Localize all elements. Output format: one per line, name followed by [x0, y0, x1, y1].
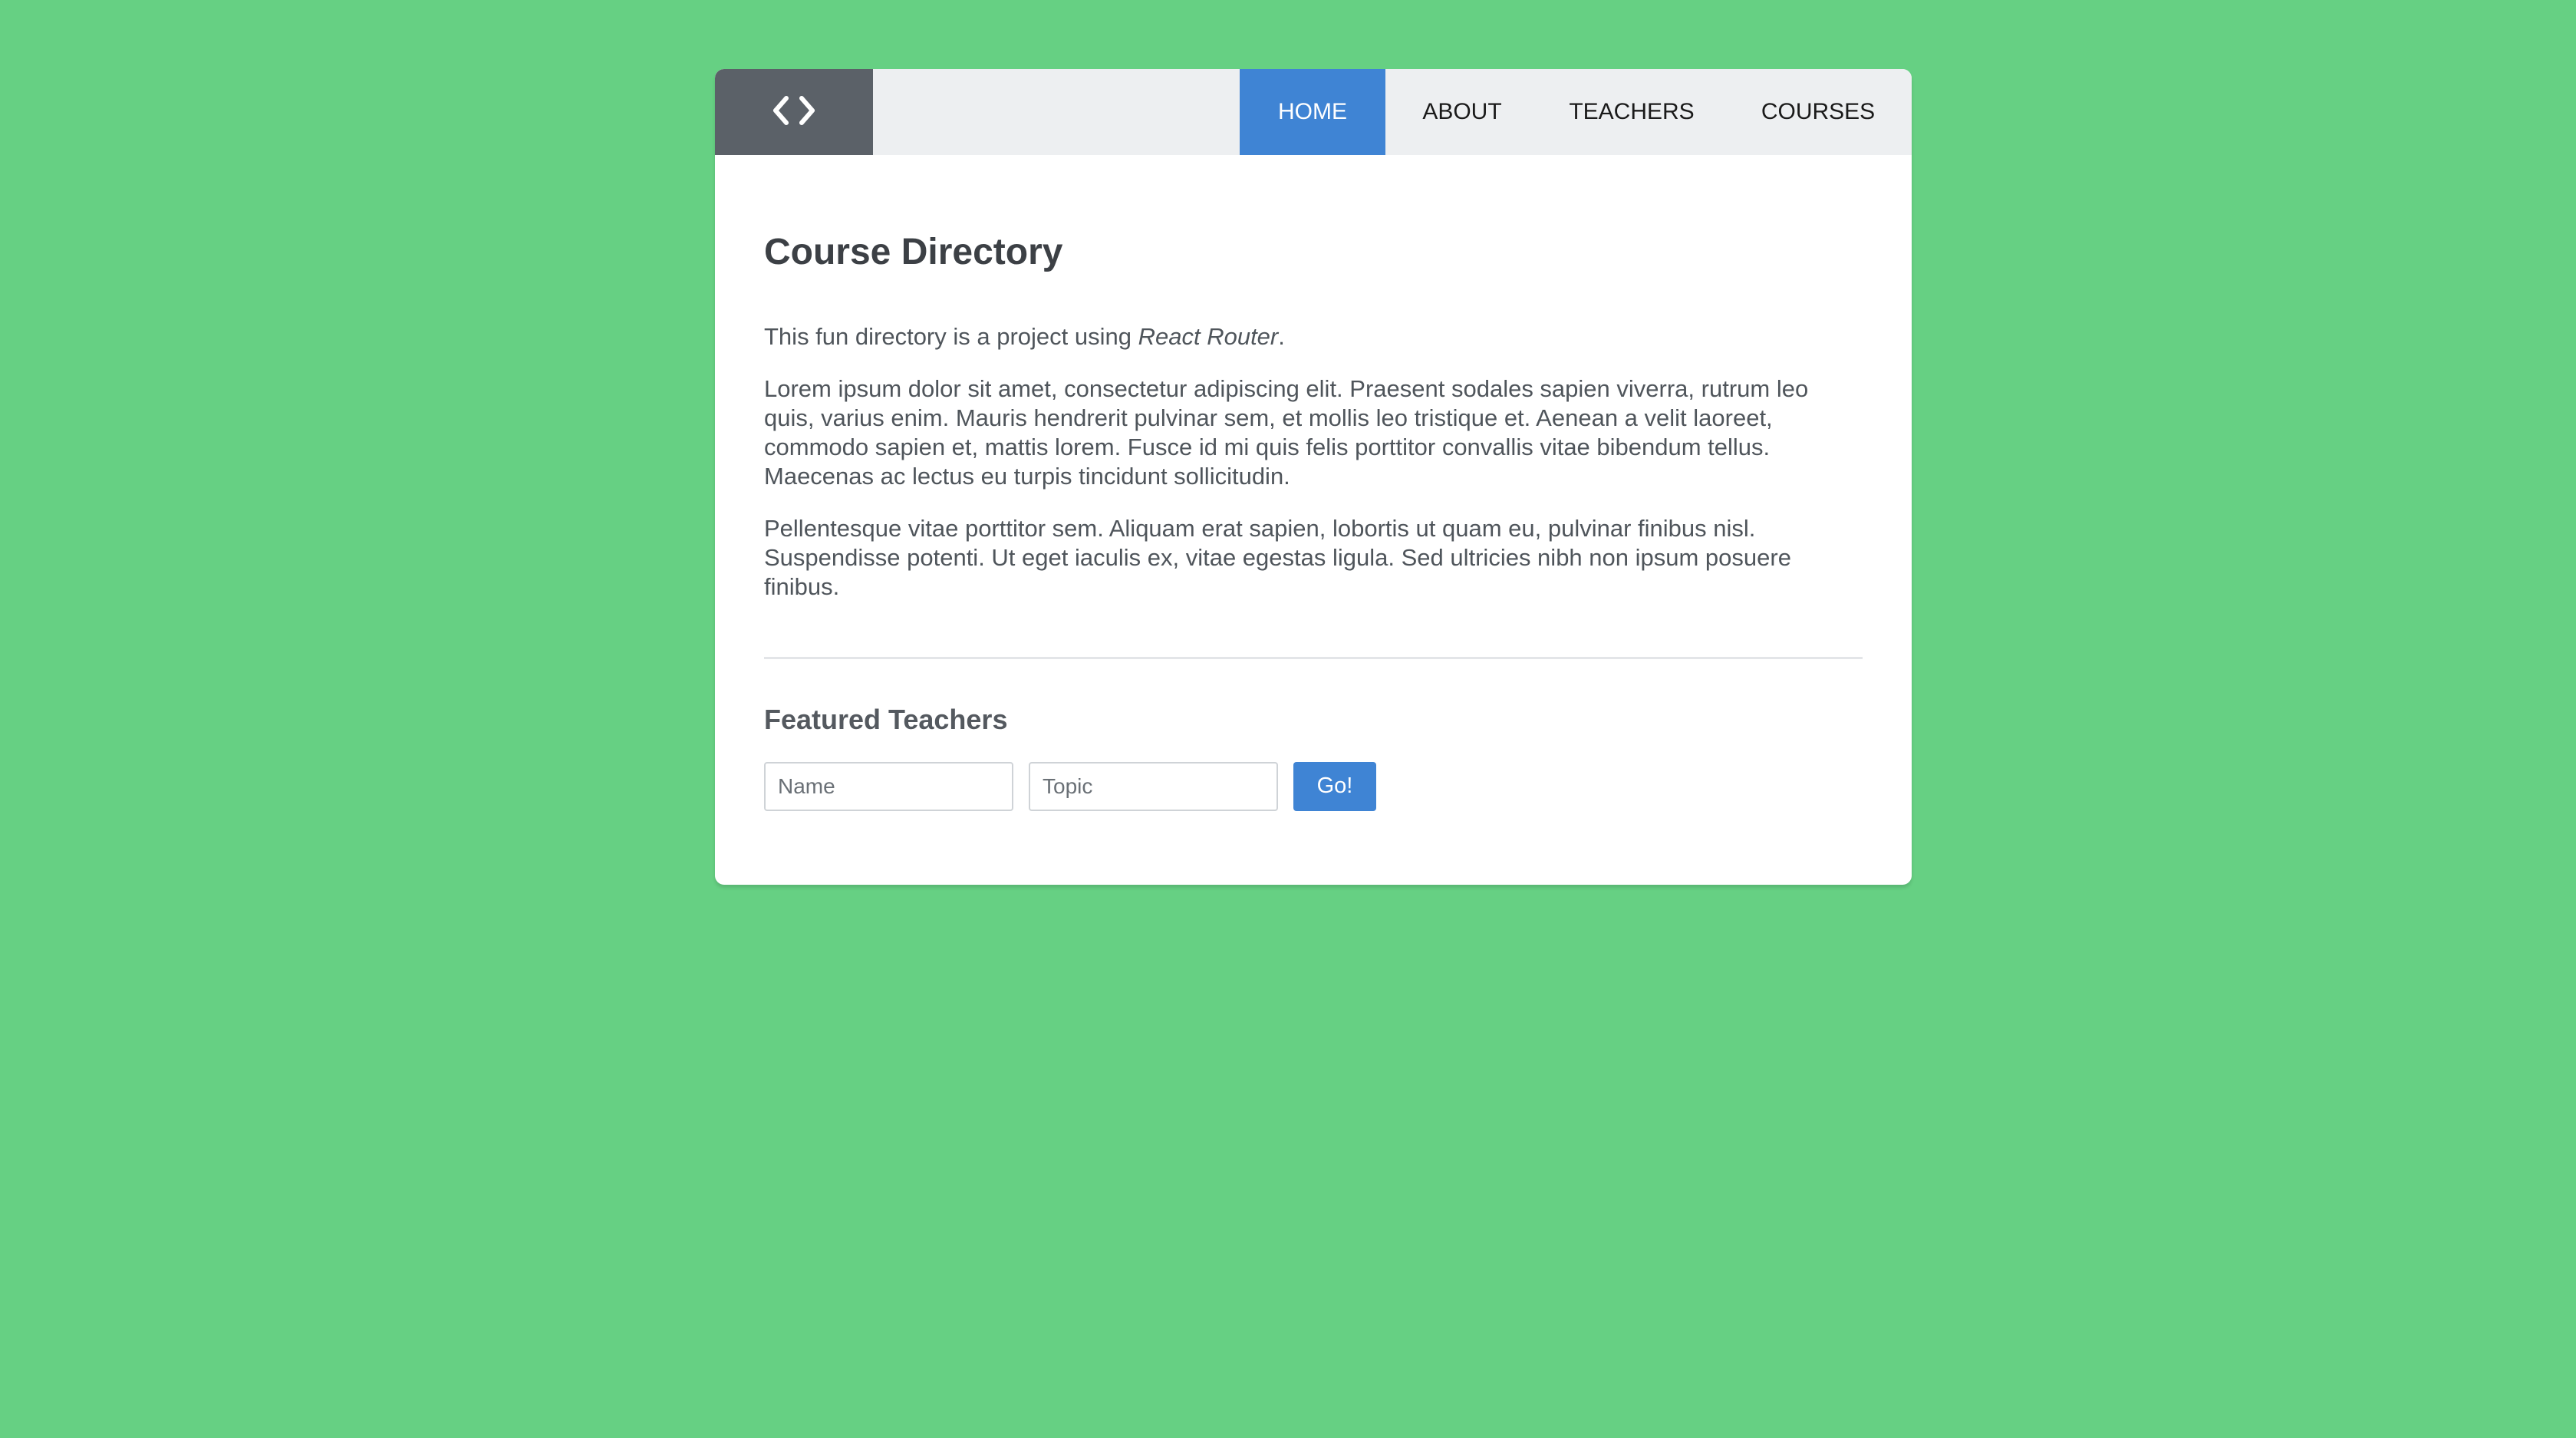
- nav-item-about[interactable]: ABOUT: [1385, 69, 1539, 155]
- go-button[interactable]: Go!: [1293, 761, 1376, 811]
- topic-input[interactable]: [1029, 761, 1278, 811]
- name-input[interactable]: [764, 761, 1013, 811]
- intro-prefix: This fun directory is a project using: [764, 322, 1138, 350]
- intro-text: This fun directory is a project using Re…: [764, 322, 1863, 351]
- intro-suffix: .: [1278, 322, 1285, 350]
- home-logo-link[interactable]: [715, 69, 873, 155]
- app-container: HOME ABOUT TEACHERS COURSES Course Direc…: [715, 69, 1912, 885]
- paragraph-2: Pellentesque vitae porttitor sem. Aliqua…: [764, 514, 1791, 600]
- section-divider: [764, 656, 1863, 659]
- code-brackets-icon: [766, 92, 822, 133]
- page-title: Course Directory: [764, 232, 1063, 272]
- nav-item-teachers[interactable]: TEACHERS: [1539, 69, 1724, 155]
- paragraph-1: Lorem ipsum dolor sit amet, consectetur …: [764, 374, 1809, 490]
- main-nav: HOME ABOUT TEACHERS COURSES: [1240, 69, 1912, 155]
- site-header: HOME ABOUT TEACHERS COURSES: [715, 69, 1912, 155]
- nav-item-courses[interactable]: COURSES: [1724, 69, 1912, 155]
- featured-teachers-form: Go!: [764, 761, 1863, 811]
- nav-item-home[interactable]: HOME: [1240, 69, 1385, 155]
- main-content: Course Directory This fun directory is a…: [715, 155, 1912, 885]
- intro-emphasis: React Router: [1138, 322, 1279, 350]
- featured-teachers-title: Featured Teachers: [764, 703, 1008, 735]
